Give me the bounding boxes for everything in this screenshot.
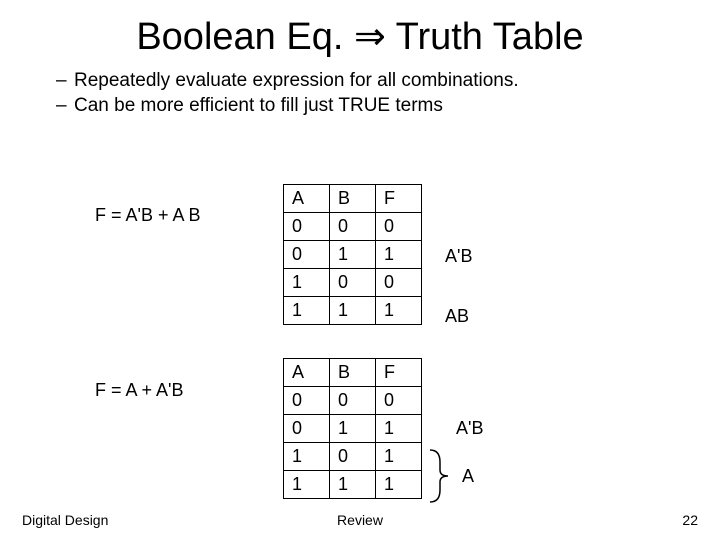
footer-text-center: Review bbox=[0, 512, 720, 528]
col-header-b: B bbox=[330, 185, 376, 213]
table-row: A B F bbox=[284, 185, 422, 213]
cell: 0 bbox=[284, 213, 330, 241]
cell: 0 bbox=[284, 415, 330, 443]
table-row: 1 0 1 bbox=[284, 443, 422, 471]
cell: 1 bbox=[330, 241, 376, 269]
equation-2: F = A + A'B bbox=[95, 380, 184, 401]
col-header-a: A bbox=[284, 359, 330, 387]
col-header-f: F bbox=[376, 359, 422, 387]
bullet-text: Repeatedly evaluate expression for all c… bbox=[74, 69, 519, 94]
cell: 1 bbox=[376, 471, 422, 499]
bullet-item: – Can be more efficient to fill just TRU… bbox=[56, 94, 720, 119]
table-row: 1 0 0 bbox=[284, 269, 422, 297]
annotation-a-prime-b-2: A'B bbox=[456, 418, 483, 439]
cell: 1 bbox=[284, 471, 330, 499]
truth-table-1: A B F 0 0 0 0 1 1 1 0 0 1 1 1 bbox=[283, 184, 422, 325]
table-row: 1 1 1 bbox=[284, 297, 422, 325]
cell: 1 bbox=[376, 443, 422, 471]
cell: 0 bbox=[376, 269, 422, 297]
bullet-item: – Repeatedly evaluate expression for all… bbox=[56, 69, 720, 94]
cell: 1 bbox=[284, 269, 330, 297]
slide-title: Boolean Eq. ⇒ Truth Table bbox=[0, 0, 720, 59]
cell: 1 bbox=[376, 241, 422, 269]
bullet-text: Can be more efficient to fill just TRUE … bbox=[74, 94, 443, 119]
annotation-a: A bbox=[462, 466, 474, 487]
slide-number: 22 bbox=[682, 512, 698, 528]
cell: 1 bbox=[376, 297, 422, 325]
annotation-a-b: AB bbox=[445, 306, 469, 327]
cell: 1 bbox=[330, 471, 376, 499]
table-row: 0 0 0 bbox=[284, 213, 422, 241]
title-part2: Truth Table bbox=[386, 16, 584, 58]
col-header-a: A bbox=[284, 185, 330, 213]
cell: 0 bbox=[284, 241, 330, 269]
table-row: 0 1 1 bbox=[284, 415, 422, 443]
title-part1: Boolean Eq. bbox=[136, 16, 354, 58]
cell: 0 bbox=[330, 387, 376, 415]
cell: 1 bbox=[284, 443, 330, 471]
table-row: 1 1 1 bbox=[284, 471, 422, 499]
cell: 0 bbox=[376, 213, 422, 241]
table-row: A B F bbox=[284, 359, 422, 387]
cell: 0 bbox=[376, 387, 422, 415]
implies-arrow-icon: ⇒ bbox=[354, 16, 386, 58]
col-header-b: B bbox=[330, 359, 376, 387]
cell: 0 bbox=[284, 387, 330, 415]
annotation-a-prime-b: A'B bbox=[445, 246, 472, 267]
table-row: 0 0 0 bbox=[284, 387, 422, 415]
cell: 1 bbox=[330, 415, 376, 443]
cell: 0 bbox=[330, 269, 376, 297]
cell: 1 bbox=[330, 297, 376, 325]
equation-1: F = A'B + A B bbox=[95, 205, 201, 226]
col-header-f: F bbox=[376, 185, 422, 213]
bullet-dash-icon: – bbox=[56, 94, 74, 119]
cell: 0 bbox=[330, 443, 376, 471]
brace-icon bbox=[428, 448, 458, 504]
table-row: 0 1 1 bbox=[284, 241, 422, 269]
bullet-list: – Repeatedly evaluate expression for all… bbox=[56, 69, 720, 118]
cell: 1 bbox=[376, 415, 422, 443]
bullet-dash-icon: – bbox=[56, 69, 74, 94]
truth-table-2: A B F 0 0 0 0 1 1 1 0 1 1 1 1 bbox=[283, 358, 422, 499]
cell: 1 bbox=[284, 297, 330, 325]
cell: 0 bbox=[330, 213, 376, 241]
